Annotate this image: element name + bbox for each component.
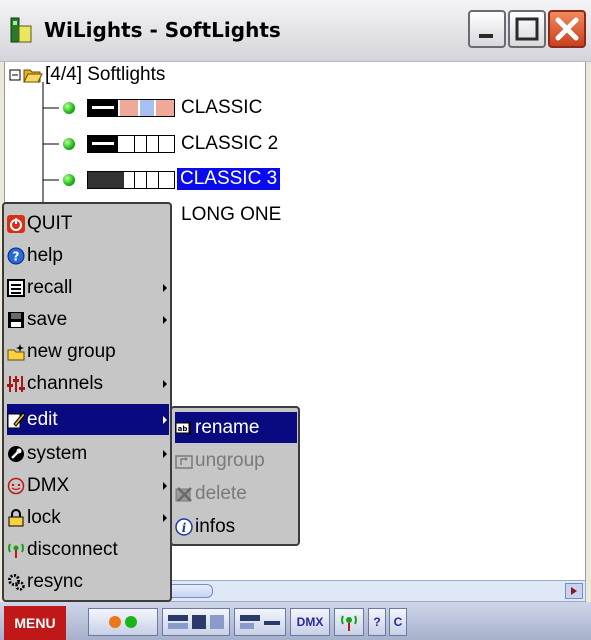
submenu-arrow-icon (163, 284, 167, 292)
menu-item-dmx[interactable]: DMX (7, 470, 169, 501)
submenu-arrow-icon (163, 450, 167, 458)
maximize-icon (515, 17, 539, 41)
menu-item-resync[interactable]: resync (7, 566, 169, 597)
tree-item-classic-3[interactable]: CLASSIC 3 (177, 168, 281, 190)
menu-button[interactable]: MENU (4, 606, 66, 640)
leds-button[interactable] (88, 608, 158, 636)
power-icon (7, 214, 25, 233)
preset-bar-classic-2 (87, 135, 175, 153)
status-led-icon (63, 102, 75, 114)
c-button[interactable]: C (389, 608, 407, 636)
floppy-icon (8, 311, 24, 328)
new-folder-icon (7, 343, 25, 360)
main-menu: QUIT ? help recall save new group channe… (2, 202, 172, 602)
minimize-icon (479, 34, 493, 38)
menu-item-label: DMX (27, 474, 70, 496)
app-icon (10, 17, 32, 43)
window-title: WiLights - SoftLights (44, 18, 281, 42)
menu-item-lock[interactable]: lock (7, 502, 169, 533)
menu-item-label: disconnect (27, 538, 118, 560)
edit-icon (7, 411, 25, 428)
gear-icon (8, 573, 25, 591)
menu-item-recall[interactable]: recall (7, 272, 169, 303)
arrow-right-icon (571, 587, 577, 595)
menu-item-quit[interactable]: QUIT (7, 208, 169, 239)
antenna-icon (8, 543, 24, 558)
title-bar: WiLights - SoftLights (0, 0, 591, 62)
menu-item-edit[interactable]: edit (7, 404, 169, 435)
list-icon (7, 278, 25, 297)
menu-item-label: lock (27, 506, 61, 528)
delete-icon (175, 486, 192, 502)
menu-item-channels[interactable]: channels (7, 368, 169, 399)
submenu-item-infos[interactable]: i infos (175, 511, 297, 542)
leds-icon (109, 616, 137, 628)
minimize-button[interactable] (468, 10, 506, 48)
wrench-icon (8, 445, 24, 462)
svg-text:?: ? (13, 249, 20, 263)
submenu-item-label: ungroup (195, 449, 265, 471)
menu-item-label: help (27, 244, 63, 266)
menu-item-label: edit (27, 408, 58, 430)
tree-item-long-one[interactable]: LONG ONE (181, 204, 281, 226)
submenu-item-rename[interactable]: ab rename (175, 412, 297, 443)
menu-item-label: channels (27, 372, 104, 394)
close-button[interactable] (548, 10, 586, 48)
scroll-right-button[interactable] (565, 583, 583, 599)
wireless-button[interactable] (334, 608, 364, 636)
menu-item-system[interactable]: system (7, 438, 169, 469)
preset-bar-classic-3 (87, 171, 175, 189)
layout-button-2[interactable] (234, 608, 286, 636)
svg-text:ab: ab (178, 425, 188, 433)
submenu-arrow-icon (163, 514, 167, 522)
scrollbar-thumb[interactable] (165, 584, 213, 598)
edit-submenu: ab rename ungroup delete i infos (170, 406, 300, 546)
layout-button-1[interactable] (162, 608, 230, 636)
submenu-arrow-icon (163, 316, 167, 324)
tree-item-classic-2[interactable]: CLASSIC 2 (181, 133, 278, 155)
status-led-icon (63, 138, 75, 150)
close-icon (555, 17, 579, 41)
rename-icon: ab (175, 420, 191, 435)
submenu-arrow-icon (163, 482, 167, 490)
menu-item-label: save (27, 308, 68, 330)
layout-bars-icon (240, 615, 280, 629)
dmx-icon (7, 477, 25, 494)
help-button[interactable]: ? (368, 608, 386, 636)
svg-text:i: i (182, 521, 187, 535)
menu-item-label: QUIT (27, 212, 73, 234)
folder-open-icon (23, 69, 43, 83)
submenu-item-delete[interactable]: delete (175, 478, 297, 509)
maximize-button[interactable] (508, 10, 546, 48)
submenu-item-label: infos (195, 515, 236, 537)
menu-item-label: recall (27, 276, 73, 298)
menu-item-label: resync (27, 570, 83, 592)
bottom-toolbar: MENU DMX ? C (0, 602, 591, 640)
lock-icon (8, 508, 24, 526)
menu-item-disconnect[interactable]: disconnect (7, 534, 169, 565)
submenu-arrow-icon (163, 380, 167, 388)
menu-item-label: new group (27, 340, 116, 362)
tree-root-label[interactable]: [4/4] Softlights (45, 64, 165, 86)
info-icon: i (175, 517, 193, 536)
antenna-icon (341, 615, 357, 631)
status-led-icon (63, 174, 75, 186)
submenu-arrow-icon (163, 416, 167, 424)
submenu-item-ungroup[interactable]: ungroup (175, 445, 297, 476)
layout-grid-icon (168, 615, 224, 629)
menu-item-new-group[interactable]: new group (7, 336, 169, 367)
tree-item-classic[interactable]: CLASSIC (181, 97, 262, 119)
menu-item-label: system (27, 442, 88, 464)
sliders-icon (7, 375, 25, 392)
menu-item-help[interactable]: ? help (7, 240, 169, 271)
preset-bar-classic (87, 99, 175, 117)
submenu-item-label: delete (195, 482, 247, 504)
dmx-button[interactable]: DMX (290, 608, 330, 636)
ungroup-icon (175, 454, 193, 469)
menu-item-save[interactable]: save (7, 304, 169, 335)
help-icon: ? (7, 247, 25, 264)
submenu-item-label: rename (195, 416, 260, 438)
